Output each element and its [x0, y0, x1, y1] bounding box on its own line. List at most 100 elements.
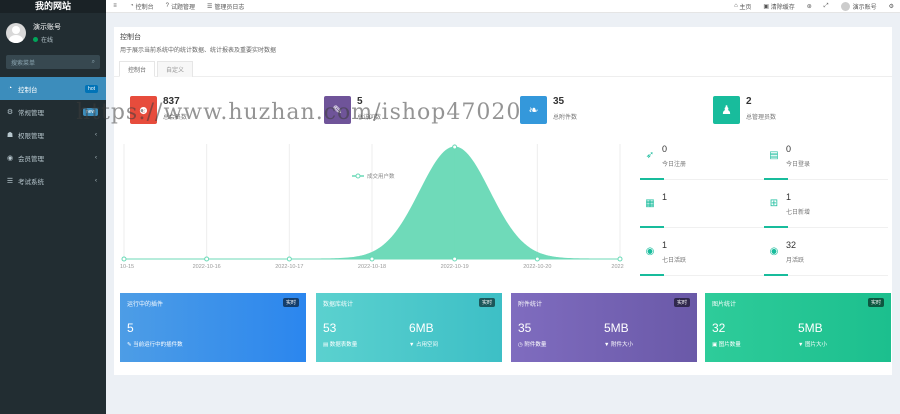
card-value: 53: [323, 321, 337, 335]
stat-label: 总管理员数: [746, 115, 777, 121]
page-description: 用于展示当前系统中的统计数据、统计报表及重要实时数据: [120, 48, 277, 54]
user-circle-icon: ◉: [6, 154, 14, 162]
dashboard-icon: ◔: [7, 85, 13, 92]
fullscreen-icon: ⤢: [823, 2, 829, 9]
tab-custom[interactable]: 自定义: [157, 61, 193, 77]
user-panel: 演示账号 在线: [0, 13, 106, 51]
stat-value: 2: [746, 96, 752, 107]
avatar: [6, 23, 26, 43]
calendar-plus-icon: ⊞: [769, 197, 779, 209]
user-icon: ♟: [713, 96, 740, 124]
cogs-icon: ⚙: [6, 108, 14, 116]
stat-value: 5: [357, 96, 363, 107]
sidebar-item-general[interactable]: ⚙ 常规管理 new: [0, 100, 106, 123]
search-input[interactable]: 搜索菜单 ⌕: [6, 55, 100, 69]
card-sub-label: 数据表数量: [329, 342, 358, 348]
data-point: [617, 256, 623, 262]
mini-stat-label: 今日注册: [662, 162, 687, 168]
sidebar-item-exam[interactable]: ☰ 考试系统 ‹: [0, 169, 106, 192]
mini-stat-value: 0: [662, 144, 668, 154]
mini-stat-label: 今日登录: [786, 162, 811, 168]
card-title: 数据库统计: [323, 302, 354, 308]
sidebar-item-label: 权限管理: [18, 132, 44, 140]
language-icon: ⊛: [806, 3, 812, 10]
x-tick-label: 2022-10-19: [441, 264, 469, 270]
data-point: [369, 256, 375, 262]
data-point: [452, 256, 458, 262]
stat-label: 总会员数: [163, 115, 188, 121]
card-value: 35: [518, 321, 532, 335]
tab-console[interactable]: 控制台: [119, 61, 155, 77]
stat-label: 总附件数: [553, 115, 578, 121]
sidebar-item-permission[interactable]: ☗ 权限管理 ‹: [0, 123, 106, 146]
user-status-label: 在线: [41, 38, 54, 44]
home-icon: ⌂: [734, 3, 738, 9]
home-link[interactable]: ⌂ 主页: [728, 2, 757, 11]
tab-label: 控制台: [135, 4, 154, 11]
clear-cache-button[interactable]: ▣ 清除缓存: [757, 2, 800, 11]
topbar: ≡ ◔ 控制台 ? 试题管理 ☰ 管理员日志 ⌂ 主页 ▣ 清除缓存 ⊛ ⤢ 演…: [106, 0, 900, 13]
card-value: 5MB: [604, 321, 629, 335]
fullscreen-button[interactable]: ⤢: [818, 3, 835, 10]
mini-stat-value: 1: [662, 240, 668, 250]
x-tick-label: 10-15: [120, 264, 134, 270]
panel-tabs: 控制台 自定义: [114, 61, 892, 77]
brand-logo[interactable]: 我的网站: [0, 0, 106, 13]
realtime-badge: 实时: [478, 298, 495, 307]
search-icon[interactable]: ⌕: [92, 59, 95, 66]
language-button[interactable]: ⊛: [801, 3, 818, 10]
legend-marker: [355, 173, 361, 179]
x-tick-label: 2022-10-20: [523, 264, 551, 270]
hot-badge: hot: [85, 84, 98, 93]
card-sub-label: 图片数量: [718, 342, 741, 348]
tab-questions[interactable]: ? 试题管理: [160, 2, 201, 11]
chevron-left-icon: ‹: [95, 154, 97, 161]
settings-button[interactable]: ⚙: [883, 3, 900, 10]
dashboard-icon: ◔: [130, 3, 134, 9]
menu-toggle-icon[interactable]: ≡: [106, 3, 124, 9]
user-chart: 10-15 2022-10-16 2022-10-17 2022-10-18 2022-…: [120, 144, 629, 276]
stat-visits: ✎ 5 总访问数: [324, 96, 381, 124]
user-circle-icon: ◉: [769, 245, 779, 257]
card-sub-label: 占用空间: [415, 342, 438, 348]
realtime-badge: 实时: [673, 298, 690, 307]
card-title: 图片统计: [712, 302, 737, 308]
tab-label: 试题管理: [170, 4, 195, 11]
sidebar-item-label: 控制台: [18, 86, 38, 94]
tab-dashboard[interactable]: ◔ 控制台: [124, 2, 160, 11]
tab-label: 管理员日志: [214, 4, 245, 11]
card-title: 运行中的插件: [127, 302, 164, 308]
chevron-left-icon: ‹: [95, 131, 97, 138]
sidebar-item-dashboard[interactable]: ◔ 控制台 hot: [0, 77, 106, 100]
card-value: 5MB: [798, 321, 823, 335]
database-icon: ▤: [323, 342, 329, 348]
main-panel: 控制台 用于展示当前系统中的统计数据、统计报表及重要实时数据 控制台 自定义 ☻…: [114, 27, 892, 375]
rocket-icon: ➶: [645, 149, 655, 161]
home-label: 主页: [739, 4, 752, 11]
page-title: 控制台: [120, 34, 141, 41]
sidebar-item-label: 考试系统: [18, 178, 44, 186]
mini-stat-label: 七日活跃: [662, 258, 687, 264]
data-point: [204, 256, 210, 262]
data-point: [534, 256, 540, 262]
card-database: 数据库统计 实时 53 ▤ 数据表数量 6MB ▼ 占用空间: [316, 293, 502, 362]
mini-stat-month-active: ◉ 32 月活跃: [764, 236, 888, 282]
leaf-icon: ❧: [520, 96, 547, 124]
group-icon: ☗: [6, 131, 14, 139]
card-plugins: 运行中的插件 实时 5 ✎ 当前运行中的插件数: [120, 293, 306, 362]
search-placeholder: 搜索菜单: [11, 60, 36, 67]
stat-members: ☻ 837 总会员数: [130, 96, 187, 124]
sidebar-item-members[interactable]: ◉ 会员管理 ‹: [0, 146, 106, 169]
mini-stat-value: 1: [786, 192, 792, 202]
sidebar: 我的网站 演示账号 在线 搜索菜单 ⌕ ◔ 控制台 hot ⚙ 常规管理 new…: [0, 0, 106, 414]
realtime-badge: 实时: [867, 298, 884, 307]
filter-icon: ▼: [798, 342, 804, 348]
mini-stat-three: ▦ 1: [640, 188, 764, 234]
question-icon: ?: [165, 3, 169, 9]
x-tick-label: 2022-10-16: [193, 264, 221, 270]
mini-stat-week-active: ◉ 1 七日活跃: [640, 236, 764, 282]
filter-icon: ▼: [604, 342, 610, 348]
account-menu[interactable]: 演示账号: [835, 1, 883, 11]
avatar: [840, 1, 850, 11]
tab-admin-log[interactable]: ☰ 管理员日志: [201, 2, 250, 11]
